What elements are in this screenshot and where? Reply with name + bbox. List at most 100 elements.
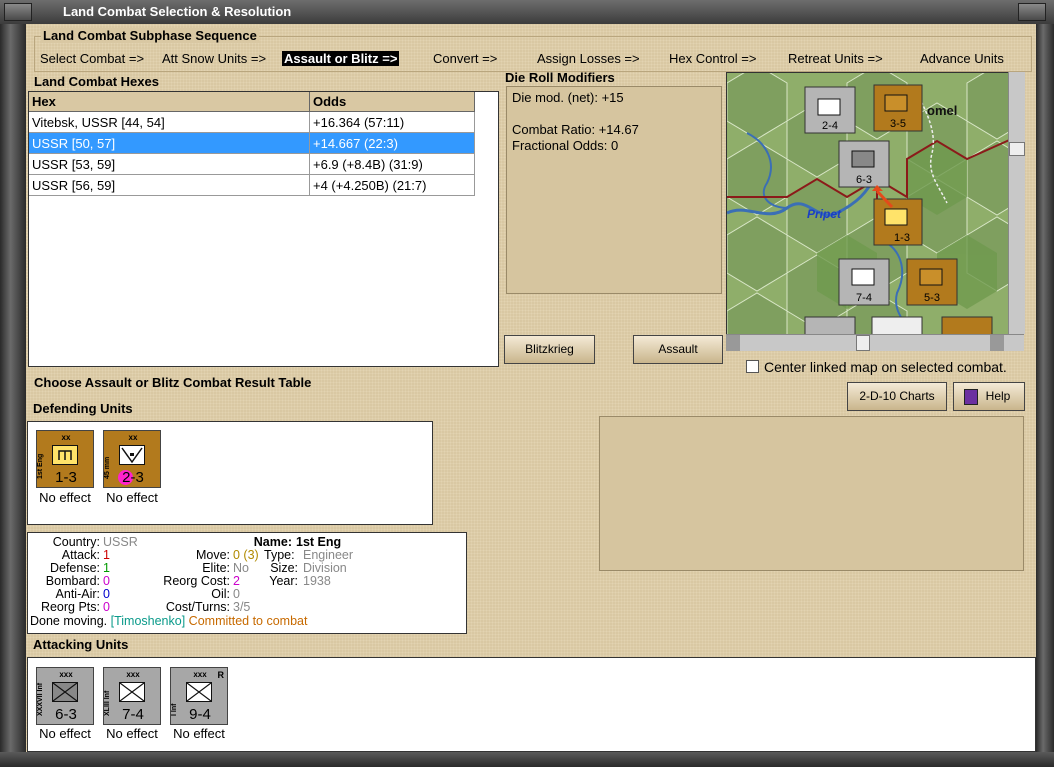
svg-text:2-4: 2-4	[822, 120, 838, 132]
antitank-icon	[119, 445, 145, 465]
river-label-text: Pripet	[807, 207, 842, 221]
bombard-value: 0	[103, 574, 110, 588]
modifiers-heading: Die Roll Modifiers	[505, 70, 615, 85]
defender-effect-1: No effect	[39, 490, 91, 505]
frame-right	[1036, 24, 1054, 767]
svg-text:omel: omel	[927, 103, 957, 118]
unit-size: xx	[61, 433, 71, 442]
table-row[interactable]: USSR [53, 59] +6.9 (+8.4B) (31:9)	[29, 153, 475, 175]
window-title: Land Combat Selection & Resolution	[63, 4, 292, 19]
col-hex-header[interactable]: Hex	[29, 92, 310, 112]
unit-strength: 6-3	[55, 706, 77, 723]
unit-size: xx	[128, 433, 138, 442]
linked-map[interactable]: Pripet omel 2-4 3-5 6-3 1-3 7-4 5-3	[726, 72, 1024, 350]
size-value: Division	[303, 561, 347, 575]
main-content: Land Combat Subphase Sequence Select Com…	[26, 24, 1036, 752]
attacker-counter-3[interactable]: xxx R I Inf 9-4	[170, 667, 228, 725]
row-odds: +16.364 (57:11)	[309, 111, 475, 133]
move-label: Move:	[195, 548, 230, 562]
svg-text:1-3: 1-3	[894, 232, 910, 244]
map-hscrollbar[interactable]	[726, 334, 1024, 351]
country-label: Country:	[52, 535, 100, 549]
defense-label: Defense:	[49, 561, 100, 575]
window-close-button[interactable]	[1018, 3, 1046, 21]
name-label: Name:	[253, 535, 292, 549]
hexes-list: Hex Odds Vitebsk, USSR [44, 54] +16.364 …	[28, 91, 499, 367]
step-att-snow-units: Att Snow Units =>	[162, 51, 267, 66]
move-value: 0 (3)	[233, 548, 259, 562]
year-value: 1938	[303, 574, 331, 588]
country-value: USSR	[103, 535, 138, 549]
svg-text:7-4: 7-4	[856, 292, 872, 304]
reorg-cost-value: 2	[233, 574, 240, 588]
scroll-thumb[interactable]	[856, 335, 870, 351]
map-image: Pripet omel 2-4 3-5 6-3 1-3 7-4 5-3	[727, 73, 1023, 349]
svg-text:3-5: 3-5	[890, 118, 906, 130]
attacker-effect-1: No effect	[39, 726, 91, 741]
combat-result-panel	[599, 416, 1024, 571]
scroll-right-arrow-icon[interactable]	[990, 335, 1004, 351]
row-odds: +6.9 (+8.4B) (31:9)	[309, 153, 475, 175]
defender-counter-2[interactable]: xx 45 mm 2-3	[103, 430, 161, 488]
unit-strength: 9-4	[189, 706, 211, 723]
name-value: 1st Eng	[296, 535, 342, 549]
svg-text:5-3: 5-3	[924, 292, 940, 304]
step-hex-control: Hex Control =>	[669, 51, 757, 66]
attacker-counter-1[interactable]: xxx XXXVII Inf 6-3	[36, 667, 94, 725]
oil-value: 0	[233, 587, 240, 601]
table-row[interactable]: USSR [56, 59] +4 (+4.250B) (21:7)	[29, 174, 475, 196]
fractional-odds: Fractional Odds: 0	[512, 138, 619, 153]
hexes-heading: Land Combat Hexes	[34, 74, 159, 89]
subphase-heading: Land Combat Subphase Sequence	[41, 28, 259, 43]
row-hex: USSR [56, 59]	[29, 174, 310, 196]
choose-table-label: Choose Assault or Blitz Combat Result Ta…	[34, 375, 312, 390]
type-value: Engineer	[303, 548, 354, 562]
map-vscrollbar[interactable]	[1008, 72, 1025, 334]
col-odds-header[interactable]: Odds	[309, 92, 475, 112]
table-row[interactable]: Vitebsk, USSR [44, 54] +16.364 (57:11)	[29, 111, 475, 133]
hexes-table: Hex Odds Vitebsk, USSR [44, 54] +16.364 …	[29, 92, 475, 196]
row-odds: +14.667 (22:3)	[309, 132, 475, 154]
step-select-combat: Select Combat =>	[40, 51, 145, 66]
unit-strength: 7-4	[122, 706, 144, 723]
status-committed: Committed to combat	[188, 614, 308, 628]
defender-effect-2: No effect	[106, 490, 158, 505]
oil-label: Oil:	[211, 587, 230, 601]
unit-size: xxx	[59, 670, 73, 679]
status-done: Done moving.	[30, 614, 108, 628]
size-label: Size:	[270, 561, 298, 575]
step-retreat-units: Retreat Units =>	[788, 51, 883, 66]
help-button-label: Help	[985, 389, 1011, 403]
status-leader: [Timoshenko]	[110, 614, 186, 628]
infantry-icon	[119, 682, 145, 702]
charts-button[interactable]: 2-D-10 Charts	[847, 382, 947, 411]
frame-left	[0, 24, 26, 767]
scroll-left-arrow-icon[interactable]	[726, 335, 740, 351]
help-book-icon	[964, 389, 978, 405]
attacker-counter-2[interactable]: xxx XLIII Inf 7-4	[103, 667, 161, 725]
elite-label: Elite:	[202, 561, 230, 575]
infantry-icon	[52, 682, 78, 702]
help-button[interactable]: Help	[953, 382, 1025, 411]
unit-strength: 1-3	[55, 469, 77, 486]
attacking-heading: Attacking Units	[33, 637, 129, 652]
reorg-pts-value: 0	[103, 600, 110, 614]
assault-button[interactable]: Assault	[633, 335, 723, 364]
window-menu-button[interactable]	[4, 3, 32, 21]
row-odds: +4 (+4.250B) (21:7)	[309, 174, 475, 196]
scroll-thumb[interactable]	[1009, 142, 1025, 156]
blitzkrieg-button[interactable]: Blitzkrieg	[504, 335, 595, 364]
elite-value: No	[233, 561, 249, 575]
cost-turns-value: 3/5	[233, 600, 251, 614]
table-row-selected[interactable]: USSR [50, 57] +14.667 (22:3)	[29, 132, 475, 154]
center-map-checkbox[interactable]	[746, 360, 759, 373]
reorg-pts-label: Reorg Pts:	[40, 600, 100, 614]
infantry-icon	[186, 682, 212, 702]
attack-value: 1	[103, 548, 110, 562]
engineer-icon	[52, 445, 78, 465]
center-map-label: Center linked map on selected combat.	[764, 359, 1007, 375]
attacker-effect-3: No effect	[173, 726, 225, 741]
unit-status-line: Done moving. [Timoshenko] Committed to c…	[30, 614, 307, 628]
combat-ratio: Combat Ratio: +14.67	[512, 122, 639, 137]
defender-counter-1[interactable]: xx 1st Eng 1-3	[36, 430, 94, 488]
